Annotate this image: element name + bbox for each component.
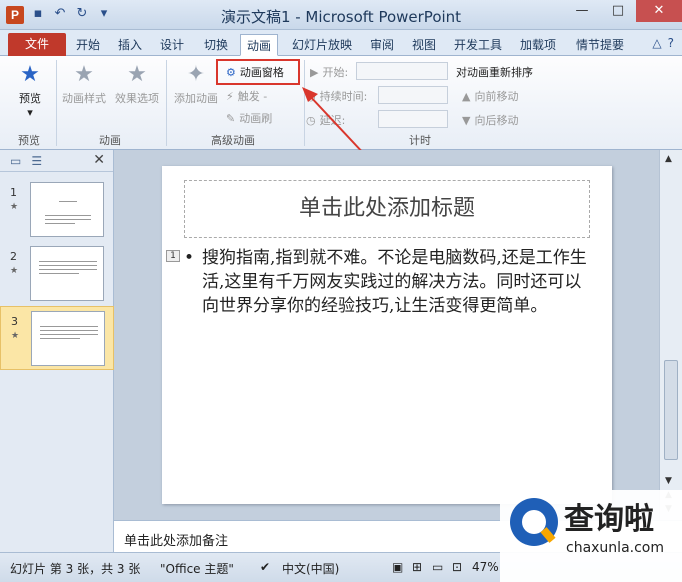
animation-pane-highlight [216,59,300,85]
normal-view-icon[interactable]: ▣ [392,560,403,574]
move-earlier-button[interactable]: ▲ 向前移动 [462,88,518,104]
zoom-level[interactable]: 47% [472,560,499,574]
star-icon: ★ [74,62,94,87]
animation-star-icon: ★ [11,331,20,341]
slides-panel: ▭ ☰ ✕ 1 ★ 2 ★ 3 ★ [0,150,114,552]
slide-sorter-icon[interactable]: ⊞ [412,560,422,574]
tab-home[interactable]: 开始 [70,34,106,56]
group-label-animation: 动画 [99,134,121,147]
theme-status: "Office 主题" [160,562,234,576]
watermark-text: 查询啦 [564,502,654,537]
close-button[interactable]: ✕ [636,0,682,22]
slide-thumbnail-1[interactable]: 1 ★ [0,178,114,242]
animation-styles-button[interactable]: ★ 动画样式 [58,62,110,106]
tab-slideshow[interactable]: 幻灯片放映 [286,34,358,56]
tab-storyboard[interactable]: 情节提要 [570,34,630,56]
watermark: 查询啦 chaxunla.com [500,490,682,582]
play-icon: ▶ [310,65,319,79]
minimize-button[interactable]: — [564,0,600,22]
ribbon-tabs: 文件 开始 插入 设计 切换 动画 幻灯片放映 审阅 视图 开发工具 加载项 情… [0,30,682,56]
animation-star-icon: ★ [10,266,19,276]
slide-thumbnail-3[interactable]: 3 ★ [0,306,114,370]
vertical-scrollbar[interactable]: ▲ ▼ ▲ ▼ [659,150,682,520]
duration-spinner[interactable] [378,86,448,104]
delay-label: ◷ 延迟: [306,113,346,128]
content-placeholder[interactable]: • 搜狗指南,指到就不难。不论是电脑数码,还是工作生活,这里有千万网友实践过的解… [184,246,590,318]
slide-editor: 单击此处添加标题 1 • 搜狗指南,指到就不难。不论是电脑数码,还是工作生活,这… [114,150,659,520]
chaxunla-logo-icon [510,498,558,546]
preview-button[interactable]: ★ 预览 ▾ [10,62,50,119]
star-preview-icon: ★ [20,62,40,87]
group-label-advanced: 高级动画 [211,134,255,147]
title-placeholder[interactable]: 单击此处添加标题 [184,180,590,238]
animation-painter-button[interactable]: ✎ 动画刷 [226,110,272,126]
ribbon-animations: ★ 预览 ▾ 预览 ★ 动画样式 ★ 效果选项 动画 ✦ 添加动画 ⚙ 动画窗格… [0,56,682,150]
panel-close-icon[interactable]: ✕ [93,152,105,168]
bullet: • [184,248,195,268]
animation-star-icon: ★ [10,202,19,212]
star-effect-icon: ★ [127,62,147,87]
add-animation-icon: ✦ [186,62,206,87]
tab-design[interactable]: 设计 [154,34,190,56]
tab-addins[interactable]: 加载项 [514,34,562,56]
start-label: ▶ 开始: [310,65,349,80]
spellcheck-icon[interactable]: ✔ [260,560,270,574]
collapse-ribbon-icon[interactable]: △ [652,36,661,50]
current-slide[interactable]: 单击此处添加标题 1 • 搜狗指南,指到就不难。不论是电脑数码,还是工作生活,这… [162,166,612,504]
tab-file[interactable]: 文件 [8,33,66,56]
duration-label: ◷ 持续时间: [306,89,368,104]
brush-icon: ✎ [226,111,236,125]
add-animation-button[interactable]: ✦ 添加动画 [170,62,222,106]
down-arrow-icon: ▼ [462,113,471,127]
scroll-thumb[interactable] [664,360,678,460]
slide-thumbnail-2[interactable]: 2 ★ [0,242,114,306]
delay-clock-icon: ◷ [306,113,316,127]
clock-icon: ◷ [306,89,316,103]
trigger-icon: ⚡ [226,89,234,103]
outline-tab-icon[interactable]: ☰ [31,154,42,168]
maximize-button[interactable]: □ [600,0,636,22]
slide-count-status: 幻灯片 第 3 张，共 3 张 [10,562,141,576]
slides-tab-icon[interactable]: ▭ [10,154,21,168]
move-later-button[interactable]: ▼ 向后移动 [462,112,518,128]
body-text: 搜狗指南,指到就不难。不论是电脑数码,还是工作生活,这里有千万网友实践过的解决方… [202,248,587,316]
start-select[interactable] [356,62,448,80]
watermark-url: chaxunla.com [566,540,664,556]
help-icon[interactable]: ? [668,36,674,50]
reading-view-icon[interactable]: ▭ [432,560,443,574]
group-label-timing: 计时 [409,134,431,147]
group-label-preview: 预览 [18,134,40,147]
up-arrow-icon: ▲ [462,89,471,103]
title-bar: P ▪ ↶ ↻ ▾ 演示文稿1 - Microsoft PowerPoint —… [0,0,682,30]
tab-review[interactable]: 审阅 [364,34,400,56]
notes-placeholder: 单击此处添加备注 [124,534,229,549]
tab-developer[interactable]: 开发工具 [448,34,508,56]
slideshow-view-icon[interactable]: ⊡ [452,560,462,574]
tab-view[interactable]: 视图 [406,34,442,56]
effect-options-button[interactable]: ★ 效果选项 [110,62,164,106]
animation-order-tag[interactable]: 1 [166,250,180,262]
trigger-button[interactable]: ⚡ 触发 - [226,88,267,104]
tab-insert[interactable]: 插入 [112,34,148,56]
language-status[interactable]: 中文(中国) [282,560,339,577]
tab-animations[interactable]: 动画 [240,34,279,56]
tab-transitions[interactable]: 切换 [198,34,234,56]
delay-spinner[interactable] [378,110,448,128]
reorder-label: 对动画重新排序 [456,66,533,79]
scroll-down-icon[interactable]: ▼ [665,476,672,486]
scroll-up-icon[interactable]: ▲ [665,154,672,164]
